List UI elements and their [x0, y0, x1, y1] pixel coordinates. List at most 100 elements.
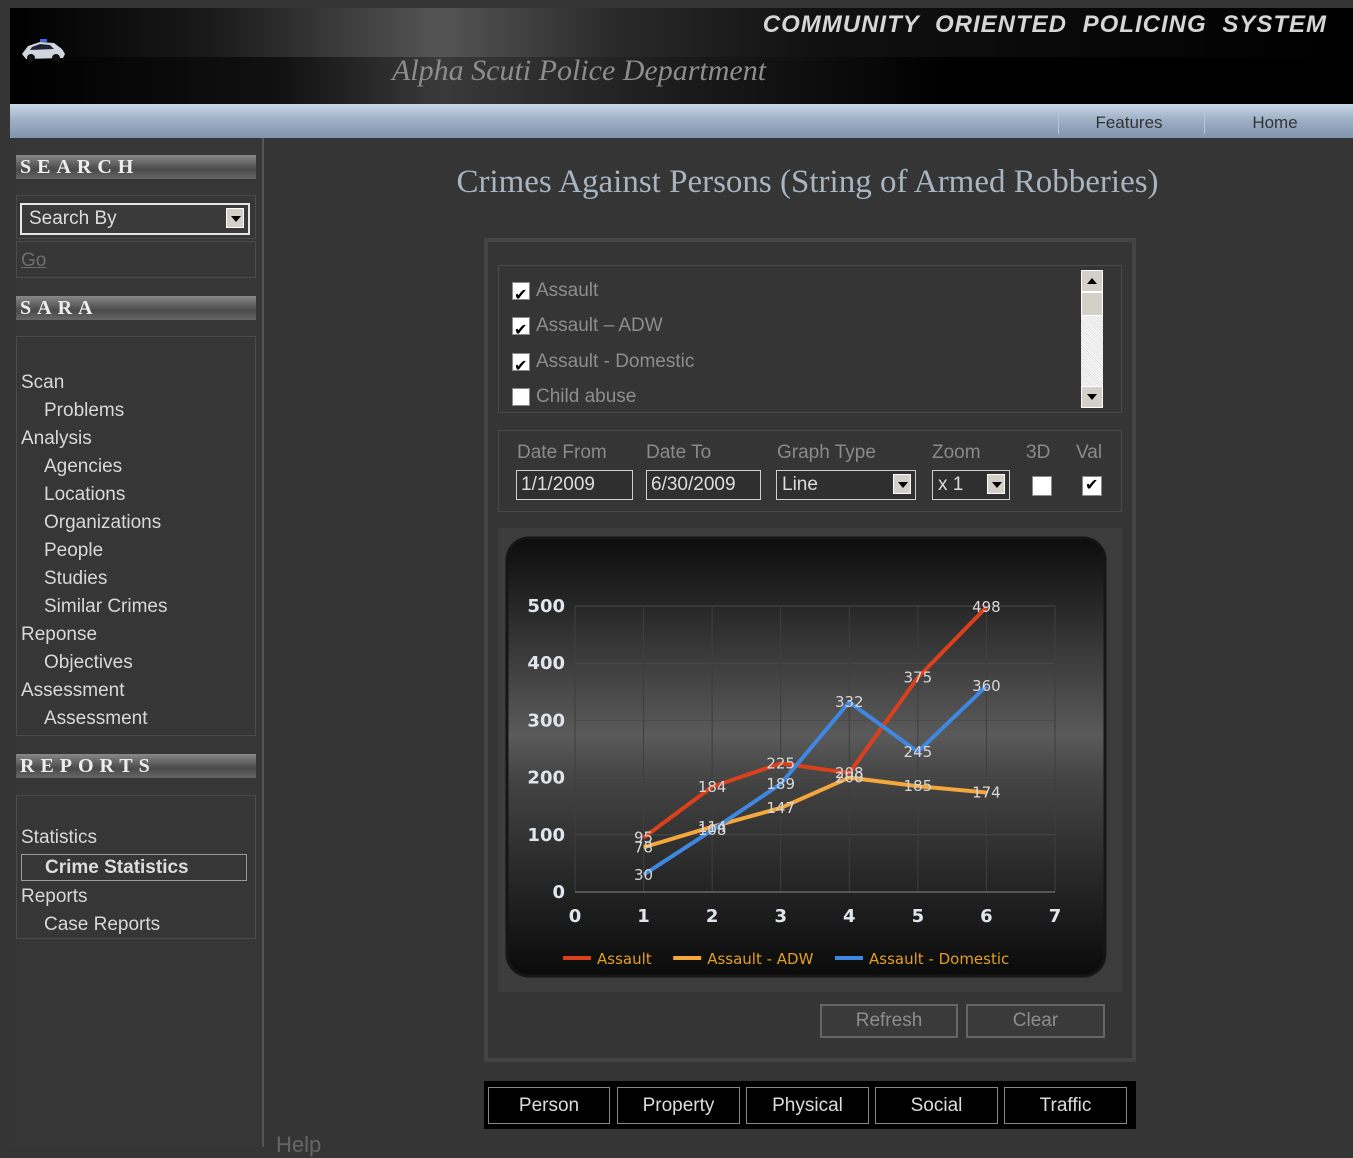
y-tick-label: 500: [527, 596, 565, 617]
sara-item-assessment-group[interactable]: Assessment: [21, 677, 124, 705]
data-label: 147: [766, 799, 795, 817]
tab-property[interactable]: Property: [617, 1087, 740, 1124]
chevron-down-icon[interactable]: [987, 474, 1005, 494]
data-label: 185: [904, 777, 933, 795]
three-d-label: 3D: [1026, 442, 1051, 463]
clear-button[interactable]: Clear: [966, 1004, 1105, 1038]
scrollbar-thumb[interactable]: [1081, 292, 1103, 316]
scroll-up-icon[interactable]: [1081, 270, 1103, 292]
crime-type-item[interactable]: Assault – ADW: [512, 311, 663, 345]
date-to-field[interactable]: 6/30/2009: [646, 470, 761, 500]
data-label: 375: [904, 669, 933, 687]
crime-type-item[interactable]: Child abuse: [512, 382, 636, 412]
x-tick-label: 1: [637, 906, 650, 927]
val-checkbox[interactable]: [1082, 475, 1102, 496]
police-car-icon: [22, 39, 65, 62]
reports-item-crime-statistics[interactable]: Crime Statistics: [21, 854, 247, 881]
data-label: 30: [634, 866, 653, 884]
data-label: 360: [972, 677, 1001, 695]
scroll-down-icon[interactable]: [1081, 386, 1103, 408]
reports-section-heading: REPORTS: [16, 754, 256, 778]
reports-item-case-reports[interactable]: Case Reports: [44, 911, 160, 939]
zoom-select[interactable]: x 1: [932, 470, 1010, 500]
search-section-heading: SEARCH: [16, 155, 256, 179]
nav-home-link[interactable]: Home: [1204, 112, 1345, 134]
chevron-down-icon[interactable]: [893, 474, 911, 494]
y-tick-label: 300: [527, 710, 565, 731]
reports-item-reports[interactable]: Reports: [21, 883, 88, 911]
data-label: 245: [904, 743, 933, 761]
date-to-label: Date To: [646, 442, 712, 463]
go-link[interactable]: Go: [21, 250, 46, 272]
data-label: 200: [835, 769, 864, 787]
system-title: COMMUNITY ORIENTED POLICING SYSTEM: [762, 11, 1327, 38]
go-box-frame: [16, 241, 256, 278]
y-tick-label: 100: [527, 825, 565, 846]
tab-physical[interactable]: Physical: [746, 1087, 869, 1124]
data-label: 189: [766, 775, 795, 793]
sara-item-assessment[interactable]: Assessment: [44, 705, 147, 733]
three-d-checkbox[interactable]: [1032, 476, 1052, 496]
crime-list-scrollbar[interactable]: [1081, 270, 1103, 408]
chevron-down-icon[interactable]: [226, 208, 244, 228]
y-tick-label: 200: [527, 768, 565, 789]
graph-type-value: Line: [782, 474, 818, 495]
sara-item-people[interactable]: People: [44, 537, 103, 565]
x-tick-label: 4: [843, 906, 856, 927]
zoom-label: Zoom: [932, 442, 981, 463]
val-label: Val: [1076, 442, 1103, 463]
sara-item-studies[interactable]: Studies: [44, 565, 107, 593]
crime-type-checkbox[interactable]: [512, 351, 530, 381]
crime-type-item[interactable]: Assault - Domestic: [512, 347, 695, 381]
refresh-button[interactable]: Refresh: [820, 1004, 958, 1038]
x-tick-label: 0: [569, 906, 582, 927]
sara-item-similar-crimes[interactable]: Similar Crimes: [44, 593, 168, 621]
sara-item-response[interactable]: Reponse: [21, 621, 97, 649]
data-label: 332: [835, 693, 864, 711]
tab-social[interactable]: Social: [875, 1087, 998, 1124]
crime-type-label: Assault - Domestic: [536, 351, 695, 372]
sara-item-agencies[interactable]: Agencies: [44, 453, 122, 481]
y-tick-label: 400: [527, 653, 565, 674]
sara-item-organizations[interactable]: Organizations: [44, 509, 161, 537]
date-from-label: Date From: [517, 442, 607, 463]
data-label: 108: [698, 821, 727, 839]
crime-type-label: Assault – ADW: [536, 315, 663, 336]
nav-features-link[interactable]: Features: [1058, 112, 1199, 134]
date-from-field[interactable]: 1/1/2009: [516, 470, 633, 500]
x-tick-label: 2: [706, 906, 719, 927]
tab-person[interactable]: Person: [488, 1087, 610, 1124]
graph-type-select[interactable]: Line: [776, 470, 916, 500]
crime-line-chart: 01002003004005000 1 2 3 4 5 6 7 951842252083754…: [505, 536, 1107, 978]
x-tick-label: 3: [774, 906, 787, 927]
data-label: 184: [698, 778, 727, 796]
crime-type-checkbox[interactable]: [512, 388, 530, 406]
legend-label: Assault - ADW: [707, 950, 813, 968]
data-label: 498: [972, 598, 1001, 616]
help-heading: Help: [276, 1132, 322, 1157]
search-by-select[interactable]: Search By: [20, 203, 250, 235]
y-tick-label: 0: [552, 882, 565, 903]
data-label: 225: [766, 754, 795, 772]
x-tick-label: 7: [1049, 906, 1062, 927]
crime-type-checkbox[interactable]: [512, 280, 530, 310]
crime-type-checkbox[interactable]: [512, 315, 530, 345]
sara-item-problems[interactable]: Problems: [44, 397, 124, 425]
x-tick-label: 5: [912, 906, 925, 927]
search-by-value: Search By: [29, 208, 117, 229]
zoom-value: x 1: [938, 474, 964, 495]
reports-item-statistics[interactable]: Statistics: [21, 824, 97, 852]
page-title: Crimes Against Persons (String of Armed …: [456, 164, 1159, 200]
legend-label: Assault - Domestic: [869, 950, 1009, 968]
sara-section-heading: SARA: [16, 296, 256, 320]
tab-traffic[interactable]: Traffic: [1004, 1087, 1127, 1124]
sara-item-analysis[interactable]: Analysis: [21, 425, 92, 453]
x-tick-label: 6: [980, 906, 993, 927]
sara-item-objectives[interactable]: Objectives: [44, 649, 133, 677]
sara-item-locations[interactable]: Locations: [44, 481, 125, 509]
sara-item-scan[interactable]: Scan: [21, 369, 64, 397]
department-name: Alpha Scuti Police Department: [392, 54, 767, 87]
crime-type-item[interactable]: Assault: [512, 276, 598, 310]
data-label: 174: [972, 783, 1001, 801]
legend-label: Assault: [597, 950, 652, 968]
